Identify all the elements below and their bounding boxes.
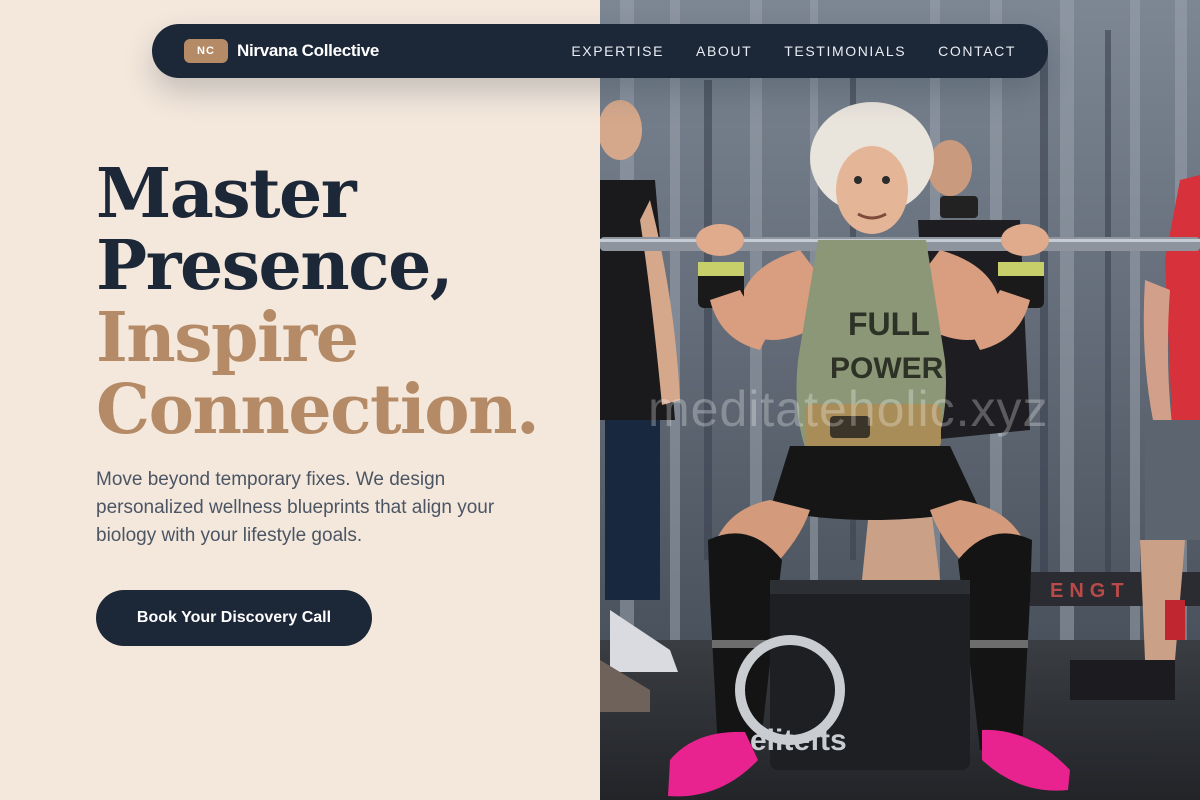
nav-link-testimonials[interactable]: TESTIMONIALS (784, 43, 906, 59)
nav-link-contact[interactable]: CONTACT (938, 43, 1016, 59)
hero-description: Move beyond temporary fixes. We design p… (96, 469, 495, 546)
svg-text:ENGT: ENGT (1050, 580, 1130, 602)
top-navigation: NC Nirvana Collective EXPERTISE ABOUT TE… (152, 24, 1048, 78)
nav-link-about[interactable]: ABOUT (696, 43, 752, 59)
brand-name: Nirvana Collective (237, 41, 379, 60)
hero-title-line-4: Connection. (96, 370, 540, 450)
book-discovery-call-button[interactable]: Book Your Discovery Call (96, 590, 372, 646)
svg-text:elitefts: elitefts (750, 724, 847, 757)
svg-text:FULL: FULL (848, 306, 930, 342)
hero-title-line-2: Presence, (96, 226, 454, 306)
nav-link-expertise[interactable]: EXPERTISE (571, 43, 664, 59)
watermark-text: meditateholic.xyz (648, 381, 1049, 437)
brand-logo[interactable]: NC Nirvana Collective (184, 39, 379, 63)
hero-title-line-1: Master (96, 154, 357, 234)
hero-title: Master Presence, Inspire Connection. (96, 154, 540, 450)
brand-badge: NC (184, 39, 228, 63)
nav-links: EXPERTISE ABOUT TESTIMONIALS CONTACT (571, 43, 1016, 59)
hero-title-line-3: Inspire (96, 298, 359, 378)
